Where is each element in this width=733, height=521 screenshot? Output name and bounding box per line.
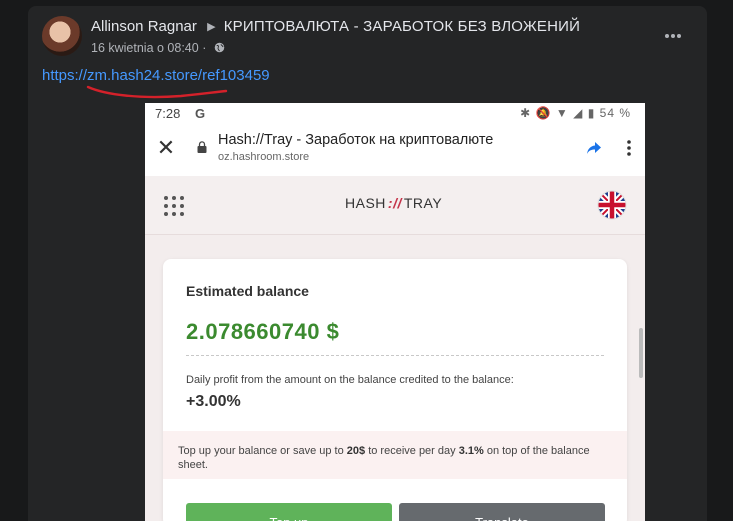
share-icon[interactable] [585,139,603,157]
estimated-balance-label: Estimated balance [186,283,309,299]
uk-flag-icon[interactable] [597,190,627,220]
author-name[interactable]: Allinson Ragnar [91,18,197,35]
mute-icon: 🔕 [535,106,552,120]
translate-button[interactable]: Translate [399,503,605,521]
balance-value: 2.078660740 $ [186,319,340,344]
embedded-screenshot: 7:28 G ✱ 🔕 ▼ ◢ ▮ 54 % ✕ Hash://Tray - За… [145,103,645,521]
kebab-menu-icon[interactable] [625,139,633,157]
battery-percent: 54 % [599,106,631,120]
brand-right: TRAY [403,195,443,211]
globe-icon [214,42,225,53]
divider [186,355,604,356]
author-line: Allinson Ragnar ▶ КРИПТОВАЛЮТА - ЗАРАБОТ… [91,18,580,35]
brand-left: HASH [345,195,386,211]
daily-profit-value: +3.00% [186,393,241,410]
post-meta: 16 kwietnia o 08:40 · [91,41,225,55]
promo-text: Top up your balance or save up to 20$ to… [178,445,590,471]
site-header: HASH://TRAY [145,176,645,235]
status-icons: ✱ 🔕 ▼ ◢ ▮ 54 % [520,106,631,120]
arrow-right-icon: ▶ [207,21,216,33]
site-logo[interactable]: HASH://TRAY [345,195,442,211]
facebook-post: Allinson Ragnar ▶ КРИПТОВАЛЮТА - ЗАРАБОТ… [28,6,707,521]
daily-profit-text: Daily profit from the amount on the bala… [186,374,514,386]
post-header: Allinson Ragnar ▶ КРИПТОВАЛЮТА - ЗАРАБОТ… [28,6,707,99]
balance-card: Estimated balance 2.078660740 $ Daily pr… [163,259,627,521]
promo-box: Top up your balance or save up to 20$ to… [163,431,627,479]
group-name[interactable]: КРИПТОВАЛЮТА - ЗАРАБОТОК БЕЗ ВЛОЖЕНИЙ [224,18,580,35]
phone-statusbar: 7:28 G ✱ 🔕 ▼ ◢ ▮ 54 % [145,103,645,125]
close-icon[interactable]: ✕ [155,137,177,159]
page-url[interactable]: oz.hashroom.store [218,151,309,163]
red-underline-annotation [86,85,228,99]
lock-icon [197,141,207,153]
wifi-icon: ▼ [555,106,569,120]
brand-separator: :// [387,195,402,211]
battery-icon: ▮ [587,106,596,120]
author-avatar[interactable] [42,16,82,56]
top-up-button[interactable]: Top up [186,503,392,521]
scrollbar-thumb[interactable] [639,328,643,378]
google-icon: G [195,106,206,121]
browser-toolbar: ✕ Hash://Tray - Заработок на криптовалют… [145,125,645,175]
post-timestamp[interactable]: 16 kwietnia o 08:40 · [91,41,206,55]
signal-icon: ◢ [573,106,584,120]
grid-menu-icon[interactable] [163,195,185,217]
status-time: 7:28 [155,106,181,121]
page-title: Hash://Tray - Заработок на криптовалюте [218,132,494,148]
more-options-icon[interactable] [663,26,683,46]
bluetooth-icon: ✱ [520,106,532,120]
